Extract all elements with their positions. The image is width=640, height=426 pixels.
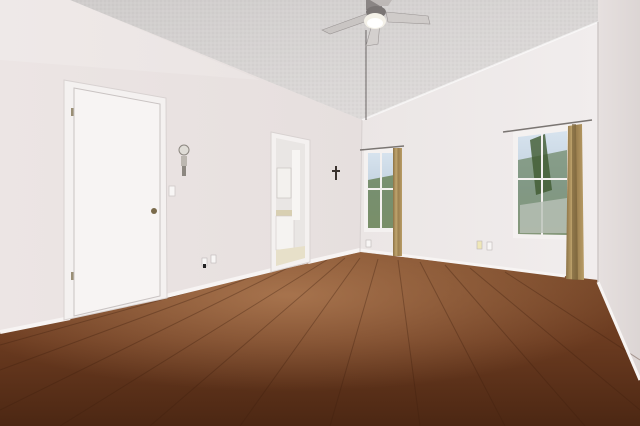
light-switch (168, 185, 176, 197)
curtain-panel-left (393, 148, 402, 256)
closed-door (63, 79, 168, 321)
open-doorway-to-bathroom (270, 131, 311, 273)
door-knob (151, 208, 157, 214)
room-photo (0, 0, 640, 426)
room-illustration (0, 0, 640, 426)
